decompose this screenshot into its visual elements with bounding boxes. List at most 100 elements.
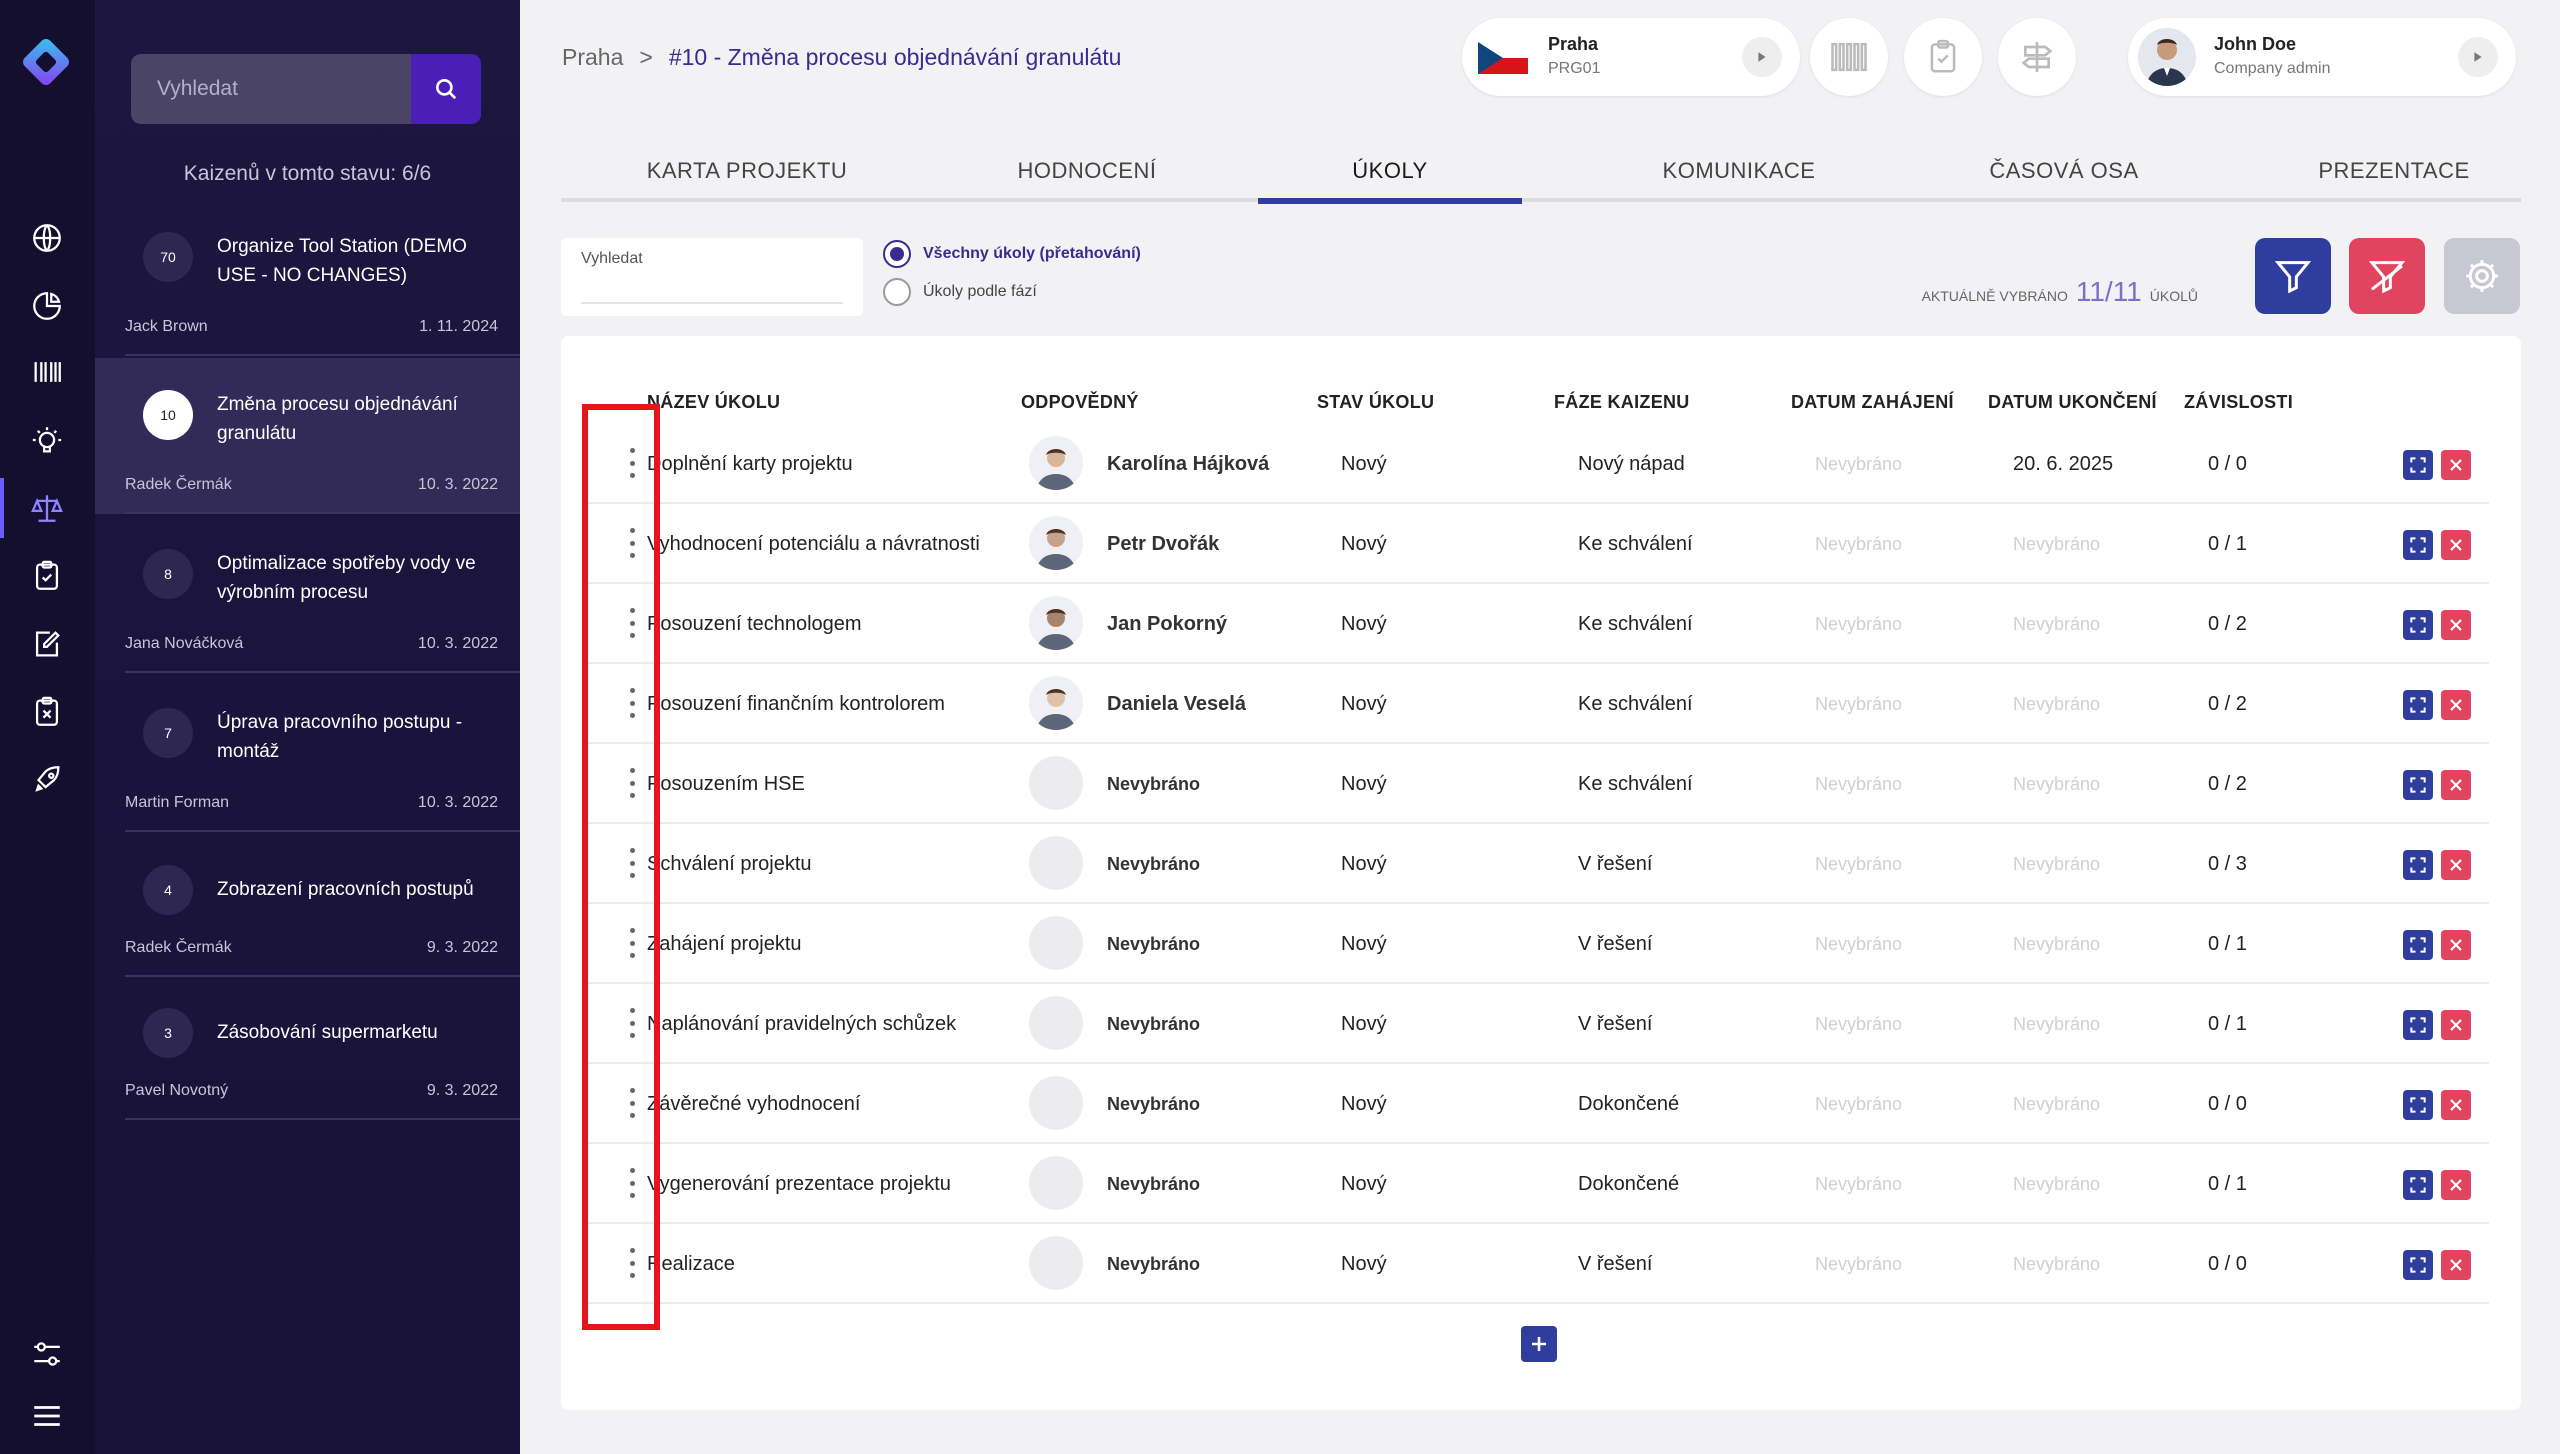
task-state[interactable]: Nový [1341,504,1387,584]
site-arrow-button[interactable] [1742,37,1782,77]
delete-task-button[interactable] [2441,1170,2471,1200]
task-owner[interactable]: Nevybráno [1107,904,1200,984]
clipboard-icon[interactable] [27,556,67,596]
task-state[interactable]: Nový [1341,1144,1387,1224]
expand-task-button[interactable] [2403,1090,2433,1120]
menu-icon[interactable] [27,1396,67,1436]
site-selector[interactable]: Praha PRG01 [1462,18,1800,96]
task-owner[interactable]: Nevybráno [1107,1064,1200,1144]
task-owner[interactable]: Petr Dvořák [1107,504,1219,584]
radio-tasks-by-phase[interactable]: Úkoly podle fází [883,278,1037,306]
kaizen-search-input[interactable] [131,54,415,124]
task-name[interactable]: Realizace [647,1224,735,1304]
kaizen-item[interactable]: 3 Zásobování supermarketu Pavel Novotný … [95,978,520,1120]
task-state[interactable]: Nový [1341,984,1387,1064]
clear-filter-button[interactable] [2349,238,2425,314]
task-start-date[interactable]: Nevybráno [1815,1144,1902,1224]
task-owner[interactable]: Nevybráno [1107,1144,1200,1224]
radio-all-tasks[interactable]: Všechny úkoly (přetahování) [883,240,1141,268]
task-phase[interactable]: V řešení [1578,904,1652,984]
settings-button[interactable] [2444,238,2520,314]
expand-task-button[interactable] [2403,610,2433,640]
task-owner[interactable]: Nevybráno [1107,744,1200,824]
rocket-icon[interactable] [27,760,67,800]
task-phase[interactable]: V řešení [1578,1224,1652,1304]
table-row[interactable]: Posouzení finančním kontrolorem Daniela … [583,664,2489,744]
table-row[interactable]: Vyhodnocení potenciálu a návratnosti Pet… [583,504,2489,584]
table-row[interactable]: Schválení projektu Nevybráno Nový V řeše… [583,824,2489,904]
task-name[interactable]: Vyhodnocení potenciálu a návratnosti [647,504,980,584]
task-phase[interactable]: V řešení [1578,984,1652,1064]
task-owner[interactable]: Nevybráno [1107,984,1200,1064]
expand-task-button[interactable] [2403,930,2433,960]
task-owner[interactable]: Karolína Hájková [1107,424,1269,504]
drag-handle-icon[interactable] [628,448,636,478]
task-phase[interactable]: Nový nápad [1578,424,1685,504]
expand-task-button[interactable] [2403,530,2433,560]
task-owner[interactable]: Jan Pokorný [1107,584,1227,664]
task-phase[interactable]: Ke schválení [1578,504,1693,584]
table-row[interactable]: Posouzení technologem Jan Pokorný Nový K… [583,584,2489,664]
task-end-date[interactable]: Nevybráno [2013,984,2100,1064]
checklist-button[interactable] [1904,18,1982,96]
globe-icon[interactable] [27,218,67,258]
barcode-button[interactable] [1810,18,1888,96]
task-name[interactable]: Vygenerování prezentace projektu [647,1144,951,1224]
task-start-date[interactable]: Nevybráno [1815,1224,1902,1304]
delete-task-button[interactable] [2441,610,2471,640]
table-row[interactable]: Naplánování pravidelných schůzek Nevybrá… [583,984,2489,1064]
task-name[interactable]: Závěrečné vyhodnocení [647,1064,860,1144]
task-end-date[interactable]: Nevybráno [2013,904,2100,984]
task-state[interactable]: Nový [1341,824,1387,904]
lightbulb-icon[interactable] [27,420,67,460]
task-end-date[interactable]: Nevybráno [2013,1144,2100,1224]
drag-handle-icon[interactable] [628,928,636,958]
expand-task-button[interactable] [2403,1170,2433,1200]
table-row[interactable]: Doplnění karty projektu Karolína Hájková… [583,424,2489,504]
tab-ukoly[interactable]: ÚKOLY [1258,140,1522,202]
drag-handle-icon[interactable] [628,1248,636,1278]
task-end-date[interactable]: Nevybráno [2013,584,2100,664]
drag-handle-icon[interactable] [628,1168,636,1198]
pie-chart-icon[interactable] [27,286,67,326]
delete-task-button[interactable] [2441,690,2471,720]
search-button[interactable] [411,54,481,124]
task-start-date[interactable]: Nevybráno [1815,824,1902,904]
task-state[interactable]: Nový [1341,744,1387,824]
tab-hodnoceni[interactable]: HODNOCENÍ [901,140,1273,202]
task-name[interactable]: Zahájení projektu [647,904,802,984]
signpost-button[interactable] [1998,18,2076,96]
table-row[interactable]: Realizace Nevybráno Nový V řešení Nevybr… [583,1224,2489,1304]
task-end-date[interactable]: Nevybráno [2013,504,2100,584]
task-name[interactable]: Posouzení technologem [647,584,862,664]
kaizen-item-active[interactable]: 10 Změna procesu objednávání granulátu R… [95,358,520,514]
task-end-date[interactable]: Nevybráno [2013,1224,2100,1304]
task-state[interactable]: Nový [1341,424,1387,504]
task-start-date[interactable]: Nevybráno [1815,504,1902,584]
delete-task-button[interactable] [2441,1010,2471,1040]
task-name[interactable]: Schválení projektu [647,824,812,904]
task-phase[interactable]: Dokončené [1578,1064,1679,1144]
kaizen-item[interactable]: 8 Optimalizace spotřeby vody ve výrobním… [95,517,520,673]
task-start-date[interactable]: Nevybráno [1815,984,1902,1064]
task-state[interactable]: Nový [1341,664,1387,744]
breadcrumb-root[interactable]: Praha [562,44,623,71]
delete-task-button[interactable] [2441,1090,2471,1120]
drag-handle-icon[interactable] [628,1008,636,1038]
task-state[interactable]: Nový [1341,904,1387,984]
kaizen-item[interactable]: 4 Zobrazení pracovních postupů Radek Čer… [95,835,520,977]
drag-handle-icon[interactable] [628,528,636,558]
task-search-input[interactable]: Vyhledat [561,238,863,316]
tab-karta-projektu[interactable]: KARTA PROJEKTU [561,140,933,202]
table-row[interactable]: Vygenerování prezentace projektu Nevybrá… [583,1144,2489,1224]
task-phase[interactable]: V řešení [1578,824,1652,904]
user-menu[interactable]: John Doe Company admin [2128,18,2516,96]
task-state[interactable]: Nový [1341,1224,1387,1304]
user-arrow-button[interactable] [2458,37,2498,77]
task-start-date[interactable]: Nevybráno [1815,584,1902,664]
task-phase[interactable]: Ke schválení [1578,584,1693,664]
sliders-icon[interactable] [27,1334,67,1374]
filter-button[interactable] [2255,238,2331,314]
task-owner[interactable]: Daniela Veselá [1107,664,1246,744]
task-start-date[interactable]: Nevybráno [1815,744,1902,824]
